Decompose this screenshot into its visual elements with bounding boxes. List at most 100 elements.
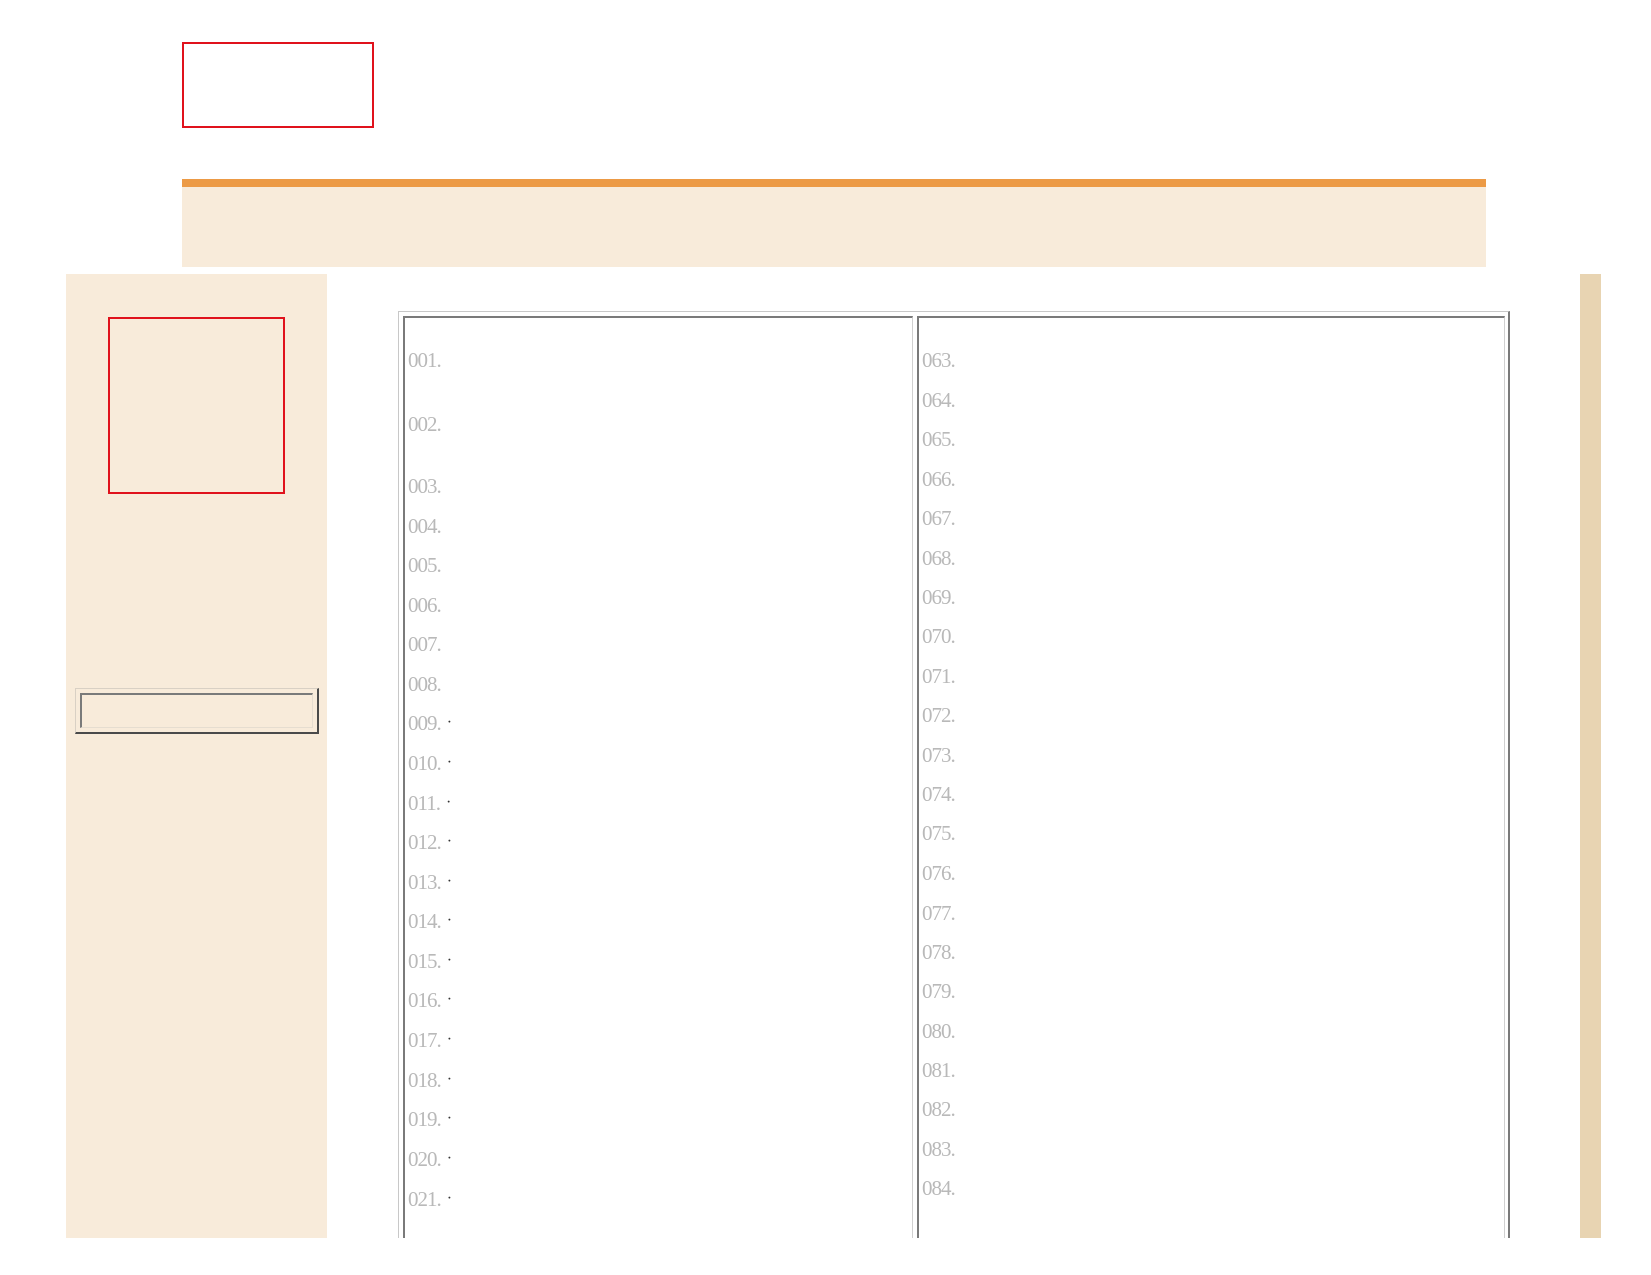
list-item[interactable]: 074. bbox=[922, 782, 956, 806]
list-item[interactable]: 007. bbox=[408, 632, 442, 656]
list-item-number: 012. bbox=[408, 830, 442, 854]
list-item[interactable]: 012. · bbox=[408, 830, 452, 854]
list-item-number: 013. bbox=[408, 870, 442, 894]
right-decorative-strip bbox=[1580, 274, 1601, 1238]
list-item-number: 071. bbox=[922, 664, 956, 688]
list-item[interactable]: 082. bbox=[922, 1097, 956, 1121]
list-item-number: 005. bbox=[408, 553, 442, 577]
sidebar-search-field[interactable] bbox=[75, 688, 319, 734]
bullet-icon: · bbox=[446, 952, 453, 969]
list-item-number: 006. bbox=[408, 593, 442, 617]
bullet-icon: · bbox=[446, 754, 453, 771]
list-column-left: 001. 002. 003. 004. 005. 006. 007. 008. 009. · 010… bbox=[403, 316, 913, 1238]
bullet-icon: · bbox=[446, 991, 453, 1008]
list-item[interactable]: 069. bbox=[922, 585, 956, 609]
sidebar-search-input[interactable] bbox=[80, 693, 313, 728]
list-item[interactable]: 015. · bbox=[408, 949, 452, 973]
list-item[interactable]: 080. bbox=[922, 1019, 956, 1043]
list-item-number: 015. bbox=[408, 949, 442, 973]
list-item-number: 065. bbox=[922, 427, 956, 451]
list-item-number: 007. bbox=[408, 632, 442, 656]
list-item[interactable]: 068. bbox=[922, 546, 956, 570]
list-item-number: 064. bbox=[922, 388, 956, 412]
list-item[interactable]: 020. · bbox=[408, 1147, 452, 1171]
list-item-number: 080. bbox=[922, 1019, 956, 1043]
bullet-icon: · bbox=[446, 873, 453, 890]
list-item-number: 070. bbox=[922, 624, 956, 648]
list-column-right: 063. 064. 065. 066. 067. 068. 069. 070. 071. 072.… bbox=[917, 316, 1505, 1238]
list-item-number: 018. bbox=[408, 1068, 442, 1092]
list-item-number: 017. bbox=[408, 1028, 442, 1052]
list-item-number: 020. bbox=[408, 1147, 442, 1171]
list-item[interactable]: 006. bbox=[408, 593, 442, 617]
list-item-number: 073. bbox=[922, 743, 956, 767]
bullet-icon: · bbox=[446, 1110, 453, 1127]
list-item[interactable]: 084. bbox=[922, 1176, 956, 1200]
list-item-number: 077. bbox=[922, 901, 956, 925]
list-item[interactable]: 013. · bbox=[408, 870, 452, 894]
list-item[interactable]: 010. · bbox=[408, 751, 452, 775]
list-item[interactable]: 067. bbox=[922, 506, 956, 530]
list-item[interactable]: 071. bbox=[922, 664, 956, 688]
item-list-table: 001. 002. 003. 004. 005. 006. 007. 008. 009. · 010… bbox=[398, 311, 1510, 1238]
list-item[interactable]: 016. · bbox=[408, 988, 452, 1012]
list-item-number: 004. bbox=[408, 514, 442, 538]
list-item[interactable]: 076. bbox=[922, 861, 956, 885]
list-item[interactable]: 019. · bbox=[408, 1107, 452, 1131]
list-item-number: 021. bbox=[408, 1187, 442, 1211]
list-item-number: 076. bbox=[922, 861, 956, 885]
list-item[interactable]: 072. bbox=[922, 703, 956, 727]
list-item-number: 019. bbox=[408, 1107, 442, 1131]
list-item-number: 003. bbox=[408, 474, 442, 498]
list-item-number: 069. bbox=[922, 585, 956, 609]
list-item-number: 074. bbox=[922, 782, 956, 806]
bullet-icon: · bbox=[446, 714, 453, 731]
list-item[interactable]: 021. · bbox=[408, 1187, 452, 1211]
list-item-number: 079. bbox=[922, 979, 956, 1003]
list-item-number: 068. bbox=[922, 546, 956, 570]
list-item[interactable]: 009. · bbox=[408, 711, 452, 735]
list-item[interactable]: 018. · bbox=[408, 1068, 452, 1092]
list-item-number: 067. bbox=[922, 506, 956, 530]
list-item-number: 063. bbox=[922, 348, 956, 372]
list-item-number: 009. bbox=[408, 711, 442, 735]
list-item-number: 014. bbox=[408, 909, 442, 933]
list-item[interactable]: 065. bbox=[922, 427, 956, 451]
list-item-number: 075. bbox=[922, 821, 956, 845]
list-item[interactable]: 017. · bbox=[408, 1028, 452, 1052]
list-item[interactable]: 079. bbox=[922, 979, 956, 1003]
left-sidebar bbox=[66, 274, 327, 1238]
list-item[interactable]: 078. bbox=[922, 940, 956, 964]
list-item[interactable]: 001. bbox=[408, 348, 442, 372]
list-item-number: 078. bbox=[922, 940, 956, 964]
logo-image-placeholder[interactable] bbox=[182, 42, 374, 128]
bullet-icon: · bbox=[446, 833, 453, 850]
list-item[interactable]: 004. bbox=[408, 514, 442, 538]
list-item[interactable]: 070. bbox=[922, 624, 956, 648]
list-item[interactable]: 002. bbox=[408, 412, 442, 436]
list-item[interactable]: 083. bbox=[922, 1137, 956, 1161]
list-item[interactable]: 005. bbox=[408, 553, 442, 577]
bullet-icon: · bbox=[446, 1031, 453, 1048]
list-item-number: 010. bbox=[408, 751, 442, 775]
list-item[interactable]: 073. bbox=[922, 743, 956, 767]
list-item[interactable]: 014. · bbox=[408, 909, 452, 933]
list-item[interactable]: 066. bbox=[922, 467, 956, 491]
header-nav-band bbox=[182, 187, 1486, 267]
list-item-number: 082. bbox=[922, 1097, 956, 1121]
bullet-icon: · bbox=[446, 912, 453, 929]
list-item-number: 072. bbox=[922, 703, 956, 727]
list-item[interactable]: 063. bbox=[922, 348, 956, 372]
list-item[interactable]: 011. · bbox=[408, 791, 451, 815]
list-item[interactable]: 081. bbox=[922, 1058, 956, 1082]
list-item[interactable]: 008. bbox=[408, 672, 442, 696]
header-accent-bar bbox=[182, 179, 1486, 187]
sidebar-image-placeholder[interactable] bbox=[108, 317, 285, 494]
bullet-icon: · bbox=[446, 1150, 453, 1167]
list-item-number: 011. bbox=[408, 791, 441, 815]
list-item[interactable]: 003. bbox=[408, 474, 442, 498]
list-item-number: 084. bbox=[922, 1176, 956, 1200]
list-item[interactable]: 075. bbox=[922, 821, 956, 845]
list-item[interactable]: 077. bbox=[922, 901, 956, 925]
list-item[interactable]: 064. bbox=[922, 388, 956, 412]
